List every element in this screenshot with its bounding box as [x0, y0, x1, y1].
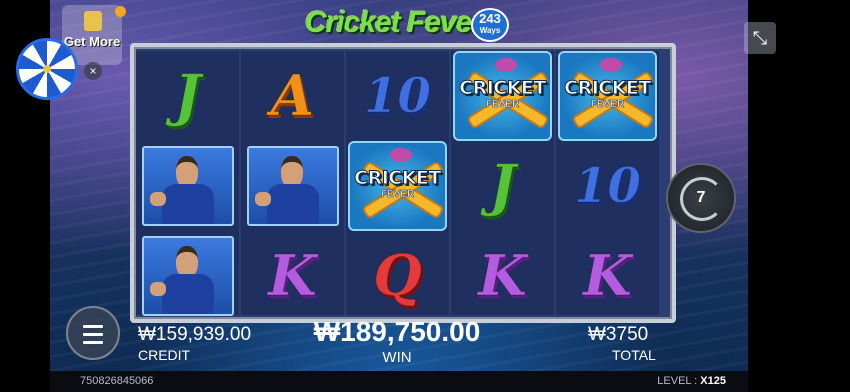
- level-value: X125: [700, 375, 726, 387]
- symbol-q: Q: [373, 243, 423, 310]
- reel-cell: A: [243, 53, 342, 139]
- menu-button[interactable]: [66, 306, 120, 360]
- notification-dot: [115, 6, 126, 17]
- wild-text-line1: CRICKET: [459, 77, 547, 100]
- close-icon[interactable]: ×: [84, 62, 102, 80]
- wheel-hub: [43, 65, 51, 73]
- symbol-k: K: [478, 243, 528, 310]
- reel-cell: CRICKET FEVER: [558, 51, 657, 141]
- screen: Cricket Fever 243 Ways Get More × ⤡ JAK1…: [0, 0, 850, 392]
- round-id: 750826845066: [80, 375, 154, 387]
- player-body: [161, 184, 214, 224]
- gift-icon: [84, 11, 102, 31]
- reel-cell: K: [558, 233, 657, 319]
- player-symbol: [141, 236, 234, 316]
- level-indicator: LEVEL : X125: [657, 375, 726, 387]
- symbol-j: J: [174, 63, 201, 130]
- reel-cell: CRICKET FEVER: [453, 51, 552, 141]
- player-symbol: [246, 146, 339, 226]
- reel-column: CRICKET FEVER 10 K: [556, 51, 659, 315]
- menu-icon: [83, 325, 103, 328]
- symbol-k: K: [268, 243, 318, 310]
- wild-symbol: CRICKET FEVER: [558, 51, 657, 141]
- total-label: TOTAL: [612, 347, 656, 363]
- win-label: WIN: [382, 349, 412, 366]
- game-logo: Cricket Fever 243 Ways: [305, 2, 509, 46]
- reel-cell: J: [138, 53, 237, 139]
- ways-label: Ways: [479, 26, 501, 35]
- wild-text-line2: FEVER: [590, 99, 625, 111]
- reel-cell: K: [453, 233, 552, 319]
- reel-column: 10 CRICKET FEVER Q: [346, 51, 449, 315]
- ball-icon: [495, 58, 517, 72]
- auto-spin-count: 7: [696, 189, 706, 206]
- reel-column: AK: [241, 51, 344, 315]
- reel-cell: CRICKET FEVER: [348, 141, 447, 231]
- reel-cell: 10: [558, 143, 657, 229]
- ball-icon: [390, 148, 412, 162]
- spin-button[interactable]: 7: [666, 163, 736, 233]
- wheel-icon[interactable]: [16, 38, 78, 100]
- symbol-10: 10: [574, 158, 642, 215]
- reel-column: J: [136, 51, 239, 316]
- total-bet-display[interactable]: ₩3750 TOTAL: [588, 324, 656, 363]
- player-fist: [149, 282, 166, 296]
- wild-text-line1: CRICKET: [354, 167, 442, 190]
- symbol-k: K: [583, 243, 633, 310]
- wild-symbol: CRICKET FEVER: [348, 141, 447, 231]
- reel-cell: [138, 233, 237, 319]
- ball-icon: [600, 58, 622, 72]
- menu-icon-bar: [83, 341, 103, 344]
- symbol-a: A: [270, 63, 315, 130]
- credit-display: ₩159,939.00 CREDIT: [138, 324, 251, 363]
- reel-column: CRICKET FEVER J K: [451, 51, 554, 315]
- ways-badge: 243 Ways: [471, 8, 509, 42]
- credit-value: ₩159,939.00: [138, 324, 252, 345]
- symbol-10: 10: [364, 68, 432, 125]
- reel-cell: K: [243, 233, 342, 319]
- reel-cell: [243, 143, 342, 229]
- logo-text: Cricket Fever: [305, 6, 483, 39]
- footer-bar: 750826845066 LEVEL : X125: [50, 371, 748, 392]
- player-body: [161, 274, 214, 314]
- win-value: ₩189,750.00: [313, 316, 481, 347]
- menu-icon-bar: [83, 333, 103, 336]
- wild-text-line2: FEVER: [485, 99, 520, 111]
- player-fist: [149, 192, 166, 206]
- player-fist: [254, 192, 271, 206]
- reel-cell: J: [453, 143, 552, 229]
- wild-text-line2: FEVER: [380, 189, 415, 201]
- total-value: ₩3750: [588, 324, 649, 345]
- player-body: [266, 184, 319, 224]
- win-display: ₩189,750.00 WIN: [312, 316, 482, 366]
- symbol-j: J: [489, 153, 516, 220]
- wild-symbol: CRICKET FEVER: [453, 51, 552, 141]
- get-more-label: Get More: [63, 34, 121, 49]
- credit-label: CREDIT: [138, 347, 191, 363]
- reel-cell: Q: [348, 233, 447, 319]
- reel-cell: [138, 143, 237, 229]
- reel-cell: 10: [348, 53, 447, 139]
- player-symbol: [141, 146, 234, 226]
- collapse-icon[interactable]: ⤡: [744, 22, 776, 54]
- wild-text-line1: CRICKET: [564, 77, 652, 100]
- level-label: LEVEL :: [657, 375, 698, 387]
- reel-frame: J A K 10 CRICKET FEVER Q CRICKET FEVER J K CRICKET F…: [130, 43, 676, 323]
